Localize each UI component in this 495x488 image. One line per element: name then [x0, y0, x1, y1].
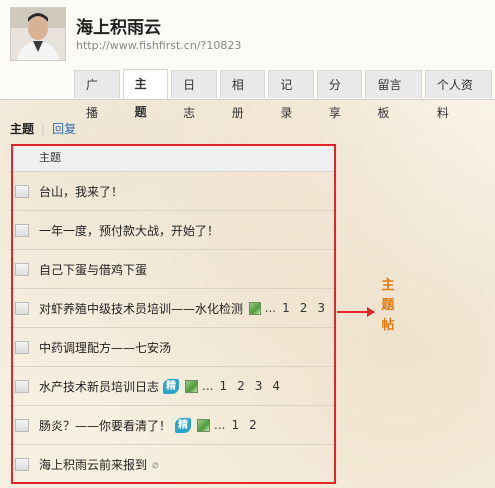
topic-title[interactable]: 自己下蛋与借鸡下蛋 — [39, 261, 147, 278]
topic-icon — [15, 184, 29, 198]
pagination: ... 1 2 3 — [265, 301, 335, 315]
topic-title[interactable]: 海上积雨云前来报到 — [39, 456, 147, 473]
topic-list-header: 主题 — [10, 145, 335, 172]
paperclip-icon: ⌀ — [152, 457, 159, 471]
topic-icon — [15, 301, 29, 315]
topic-title[interactable]: 中药调理配方——七安汤 — [39, 339, 171, 356]
topic-title[interactable]: 台山，我来了！ — [39, 183, 123, 200]
annotation-arrow — [337, 311, 369, 313]
image-attachment-icon — [197, 418, 211, 432]
featured-badge-icon: 精 — [163, 378, 180, 394]
avatar[interactable] — [10, 7, 66, 61]
subtab-topics[interactable]: 主题 — [10, 122, 34, 136]
topic-list: 主题 台山，我来了！ 一年一度，预付款大战，开始了！ 自己下蛋与借鸡下蛋 对虾养… — [10, 145, 335, 483]
pagination-ellipsis: ... — [202, 379, 214, 393]
featured-badge-icon: 精 — [175, 417, 192, 433]
page-link[interactable]: 2 — [300, 301, 308, 315]
tab-profile[interactable]: 个人资料 — [424, 70, 492, 120]
page-link[interactable]: 1 — [282, 301, 290, 315]
tab-topics[interactable]: 主题 — [122, 69, 169, 119]
pagination-ellipsis: ... — [264, 301, 277, 315]
page-link[interactable]: 3 — [255, 379, 263, 393]
pagination-ellipsis: ... — [214, 418, 226, 432]
annotation-char: 主 — [381, 278, 395, 293]
topic-icon — [15, 340, 29, 354]
main-nav: 广播 主题 日志 相册 记录 分享 留言板 个人资料 — [74, 69, 495, 120]
profile-header: 海上积雨云 http://www.fishfirst.cn/?10823 广播 … — [0, 0, 495, 120]
pagination: ... 1 2 3 4 — [202, 379, 290, 393]
topic-icon — [15, 418, 29, 432]
topic-row: 对虾养殖中级技术员培训——水化检测 ... 1 2 3 — [10, 289, 335, 328]
topic-row: 自己下蛋与借鸡下蛋 — [10, 250, 335, 289]
topic-title[interactable]: 肠炎？——你要看清了！ — [39, 417, 171, 434]
topic-row: 一年一度，预付款大战，开始了！ — [10, 211, 335, 250]
annotation-char: 题 — [381, 298, 395, 313]
tab-blog[interactable]: 日志 — [171, 70, 217, 120]
topic-icon — [15, 262, 29, 276]
subtab-replies[interactable]: 回复 — [52, 122, 76, 136]
annotation-label: 主 题 帖 — [380, 276, 396, 336]
topic-row: 中药调理配方——七安汤 — [10, 328, 335, 367]
topic-row: 海上积雨云前来报到 ⌀ — [10, 445, 335, 483]
topic-title[interactable]: 对虾养殖中级技术员培训——水化检测 — [39, 300, 243, 317]
nav-divider — [0, 99, 495, 100]
profile-url[interactable]: http://www.fishfirst.cn/?10823 — [76, 39, 241, 52]
page-link[interactable]: 2 — [249, 418, 257, 432]
tab-album[interactable]: 相册 — [219, 70, 266, 120]
tab-guestbook[interactable]: 留言板 — [365, 70, 422, 120]
tab-broadcast[interactable]: 广播 — [74, 70, 120, 120]
topic-icon — [15, 223, 29, 237]
topic-title[interactable]: 水产技术新员培训日志 — [39, 378, 159, 395]
arrow-head-icon — [367, 307, 375, 317]
topic-icon — [15, 379, 29, 393]
tab-share[interactable]: 分享 — [316, 70, 363, 120]
subtabs: 主题 | 回复 — [10, 120, 76, 137]
avatar-photo-icon — [11, 8, 65, 60]
pagination: ... 1 2 — [214, 418, 267, 432]
profile-name: 海上积雨云 — [76, 18, 161, 38]
page-link[interactable]: 1 — [219, 379, 227, 393]
topic-icon — [15, 457, 29, 471]
topic-title[interactable]: 一年一度，预付款大战，开始了！ — [39, 222, 219, 239]
topic-row: 肠炎？——你要看清了！ 精 ... 1 2 — [10, 406, 335, 445]
subtab-separator: | — [41, 122, 46, 136]
image-attachment-icon — [185, 379, 199, 393]
page-link[interactable]: 4 — [272, 379, 280, 393]
annotation-char: 帖 — [381, 318, 395, 333]
image-attachment-icon — [249, 301, 261, 315]
topic-row: 水产技术新员培训日志 精 ... 1 2 3 4 — [10, 367, 335, 406]
page-link[interactable]: 1 — [231, 418, 239, 432]
tab-records[interactable]: 记录 — [268, 70, 314, 120]
page-link[interactable]: 3 — [317, 301, 325, 315]
page-link[interactable]: 2 — [237, 379, 245, 393]
topic-row: 台山，我来了！ — [10, 172, 335, 211]
